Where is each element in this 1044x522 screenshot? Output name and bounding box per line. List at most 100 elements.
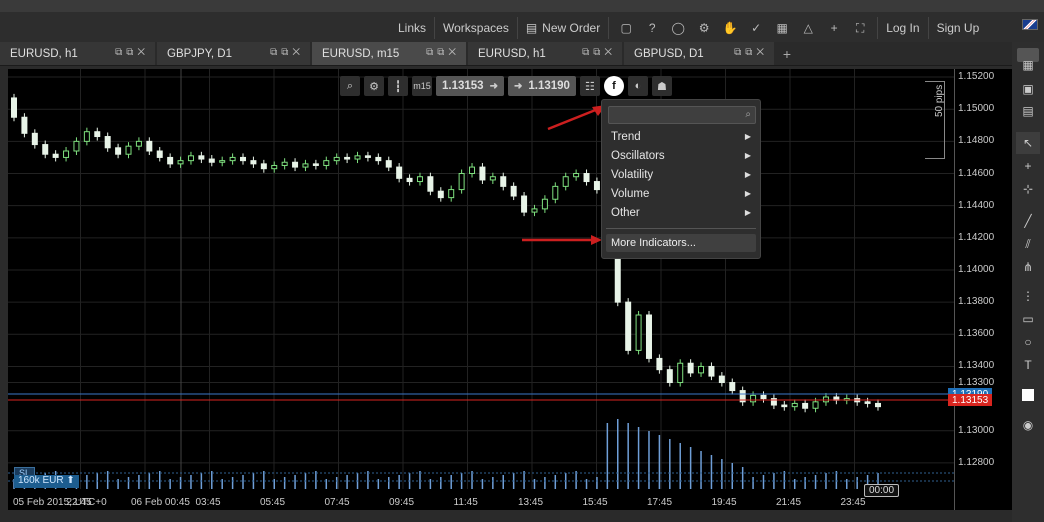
tab-gbpusd-d1[interactable]: GBPUSD, D1 ⧉⧉✕ [624,42,774,65]
settings-icon[interactable]: ⚙ [693,17,715,39]
candle-body [31,132,38,146]
fibonacci-retracement-icon[interactable]: ⋮ [1016,285,1040,307]
tab-eurusd-m15[interactable]: EURUSD, m15 ⧉⧉✕ [312,42,466,65]
sell-price-button[interactable]: 1.13153 ➜ [436,76,504,96]
signup-button[interactable]: Sign Up [927,17,988,39]
menu-item-oscillators[interactable]: Oscillators ▶ [602,146,760,165]
hand-check-icon[interactable]: ✓ [745,17,767,39]
candle-body [375,156,382,162]
scroll-bar[interactable] [0,510,1012,522]
checklist-icon[interactable]: ☷ [579,76,600,96]
chart-canvas[interactable] [8,69,1012,510]
layout-single-icon[interactable]: ▣ [1016,78,1040,100]
crosshair-icon[interactable]: + [1016,155,1040,177]
person-icon[interactable]: ☗ [651,76,672,96]
pitchfork-icon[interactable]: ⋔ [1016,256,1040,278]
indicators-button[interactable]: f [603,76,624,96]
hand-icon[interactable]: ✋ [719,17,741,39]
layout-grid-icon[interactable]: ▦ [1016,54,1040,76]
candle-body [875,402,881,408]
links-button[interactable]: Links [390,17,434,39]
workspaces-button[interactable]: Workspaces [434,17,517,39]
tab-controls-icon[interactable]: ⧉⧉✕ [270,47,304,58]
menu-item-label: Oscillators [611,149,665,162]
zoom-icon[interactable]: ⌕ [340,76,360,96]
line-tool-icon[interactable]: ╱ [1016,210,1040,232]
time-tick-label: 21:45 [776,497,802,508]
price-tick-label: 1.12800 [958,456,995,468]
price-tick-label: 1.13600 [958,328,995,340]
candle-body [125,145,132,155]
text-tool-icon[interactable]: T [1016,354,1040,376]
timeframe-button[interactable]: m15 [412,76,432,96]
circle-icon[interactable]: ○ [1016,331,1040,353]
bell-icon[interactable]: △ [797,17,819,39]
menu-item-volume[interactable]: Volume ▶ [602,184,760,203]
menu-item-volatility[interactable]: Volatility ▶ [602,165,760,184]
buy-price-button[interactable]: ➜ 1.13190 [507,76,576,96]
login-button[interactable]: Log In [877,17,927,39]
camera-icon[interactable]: ◉ [1016,414,1040,436]
rectangle-icon[interactable]: ▭ [1016,308,1040,330]
candle-body [791,402,798,408]
price-tick-label: 1.14600 [958,167,995,179]
fibonacci-icon[interactable]: ⫽ [1016,233,1040,255]
crosshair-plus-icon[interactable]: ⊹ [1016,178,1040,200]
candle-body [281,161,288,166]
price-chart[interactable]: ⌕ ⚙ ┇ m15 1.13153 ➜ ➜ 1.13190 ☷ f ◐ ☗ ⌕ Tr… [8,69,1012,510]
language-flag-icon[interactable] [1022,19,1038,30]
tab-eurusd-h1[interactable]: EURUSD, h1 ⧉⧉✕ [0,42,155,65]
tab-gbpjpy-d1[interactable]: GBPJPY, D1 ⧉⧉✕ [157,42,310,65]
candle-body [573,173,580,178]
chart-settings-icon[interactable]: ⚙ [364,76,384,96]
plus-icon[interactable]: + [823,17,845,39]
layout-split-icon[interactable]: ▤ [1016,100,1040,122]
new-order-button[interactable]: ▤ New Order [516,17,608,39]
tab-label: EURUSD, h1 [10,47,78,60]
top-nav: Links Workspaces ▤ New Order ▢ ? ◯ ⚙ ✋ ✓ … [390,17,987,39]
menu-item-other[interactable]: Other ▶ [602,203,760,222]
candle-body [198,155,205,160]
window-icon[interactable]: ▢ [615,17,637,39]
menu-item-trend[interactable]: Trend ▶ [602,127,760,146]
time-tick-label: 15:45 [582,497,608,508]
add-tab-icon[interactable]: + [776,42,798,65]
timeframe-label: m15 [413,81,431,91]
chart-toolbar: ⌕ ⚙ ┇ m15 1.13153 ➜ ➜ 1.13190 ☷ f ◐ ☗ [340,75,672,97]
tab-controls-icon[interactable]: ⧉⧉✕ [426,47,460,58]
help-icon[interactable]: ? [641,17,663,39]
new-order-label: New Order [542,21,601,35]
candle-body [802,402,809,409]
time-tick-label: 23:45 [840,497,866,508]
cursor-icon[interactable]: ↖ [1016,132,1040,154]
candle-body [427,176,434,192]
candle-body [83,131,90,142]
candles-icon[interactable]: ┇ [388,76,408,96]
candle-body [562,176,569,187]
calendar-icon[interactable]: ▦ [771,17,793,39]
more-indicators-button[interactable]: More Indicators... [606,234,756,252]
annotation-arrow-line [547,107,599,131]
workspaces-label: Workspaces [443,21,509,35]
candle-body [541,198,548,210]
palette-icon[interactable]: ◐ [627,76,648,96]
time-tick-label: 07:45 [324,497,350,508]
tab-controls-icon[interactable]: ⧉⧉✕ [582,47,616,58]
tab-eurusd-h1-2[interactable]: EURUSD, h1 ⧉⧉✕ [468,42,622,65]
expand-icon[interactable]: ⛶ [849,17,871,39]
tab-label: GBPJPY, D1 [167,47,232,60]
candle-body [479,166,486,181]
chevron-right-icon: ▶ [744,189,751,198]
tab-controls-icon[interactable]: ⧉⧉✕ [734,47,768,58]
color-swatch-icon[interactable] [1016,384,1040,406]
candle-body [292,161,299,168]
chat-icon[interactable]: ◯ [667,17,689,39]
candle-body [167,156,174,165]
indicator-search-input[interactable]: ⌕ [608,106,756,124]
time-tick-label: 19:45 [711,497,737,508]
tab-controls-icon[interactable]: ⧉⧉✕ [115,47,149,58]
trade-volume-badge[interactable]: 160k EUR ⬆ [14,475,79,488]
indicator-menu: ⌕ Trend ▶ Oscillators ▶ Volatility ▶ Volume… [601,99,761,259]
candle-body [42,144,49,155]
candle-body [146,140,153,152]
